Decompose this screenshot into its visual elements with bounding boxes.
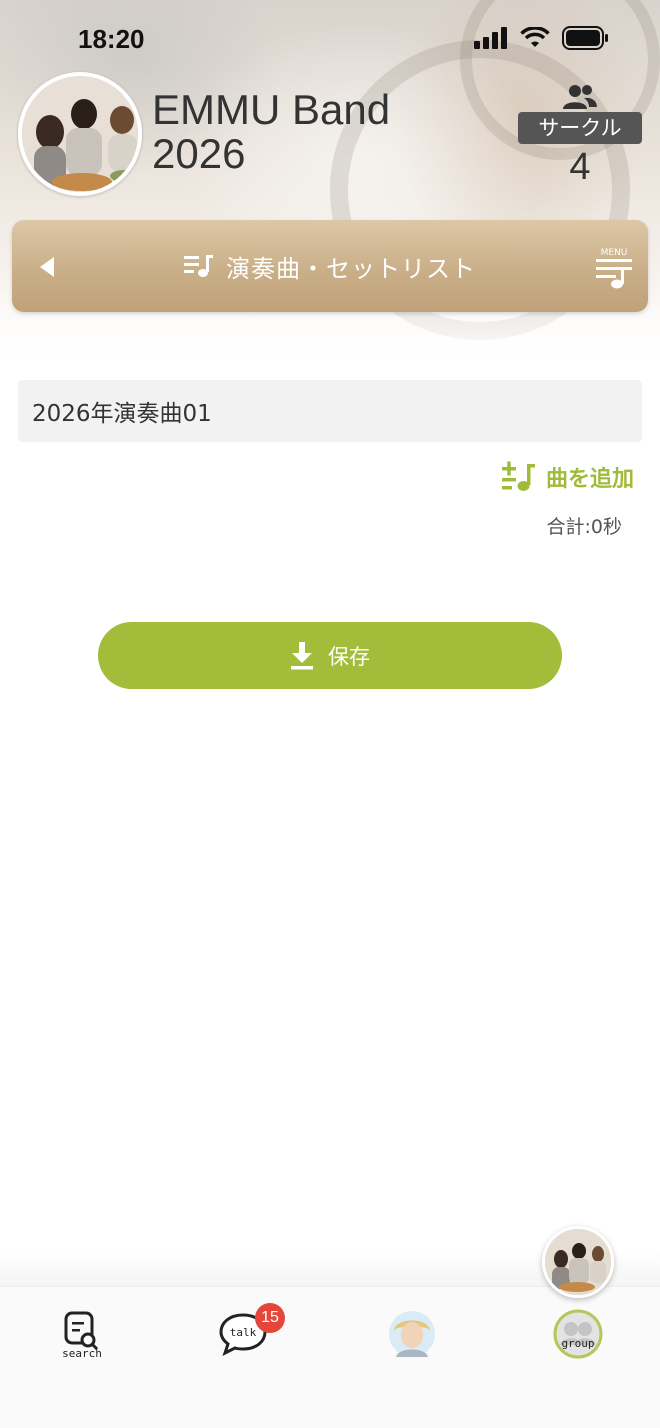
nav-item-search[interactable]: search bbox=[42, 1309, 122, 1379]
floating-group-photo bbox=[545, 1229, 611, 1295]
unread-badge: 15 bbox=[255, 1303, 285, 1333]
group-type-badge: サークル bbox=[518, 112, 642, 144]
section-bar: 演奏曲・セットリスト MENU bbox=[12, 220, 648, 312]
group-title-line1: EMMU Band bbox=[152, 86, 391, 133]
battery-icon bbox=[562, 26, 608, 50]
add-music-icon bbox=[501, 461, 535, 491]
nav-label-search: search bbox=[62, 1347, 102, 1360]
setlist-name-input[interactable] bbox=[18, 380, 642, 442]
profile-avatar bbox=[389, 1311, 435, 1357]
floating-group-avatar[interactable] bbox=[542, 1226, 614, 1298]
talk-icon-label: talk bbox=[230, 1326, 257, 1339]
nav-label-group: group bbox=[561, 1337, 595, 1350]
save-button[interactable]: 保存 bbox=[98, 622, 562, 689]
menu-icon[interactable]: MENU bbox=[594, 246, 634, 290]
section-title-wrap: 演奏曲・セットリスト bbox=[12, 220, 648, 312]
menu-icon-label: MENU bbox=[601, 248, 628, 258]
add-song-button[interactable]: 曲を追加 bbox=[501, 458, 634, 496]
nav-item-profile[interactable] bbox=[372, 1309, 452, 1379]
add-song-label: 曲を追加 bbox=[545, 467, 634, 492]
member-block[interactable]: サークル 4 bbox=[518, 84, 642, 194]
total-duration: 合計:0秒 bbox=[546, 516, 623, 538]
nav-item-talk[interactable]: talk 15 bbox=[203, 1303, 285, 1379]
group-title-line2: 2026 bbox=[152, 130, 246, 177]
screen: 18:20 EMMU Band 2026 サークル 4 演奏曲・セットリスト M… bbox=[0, 0, 660, 1428]
group-icon bbox=[553, 1309, 603, 1359]
members-icon bbox=[563, 85, 597, 109]
wifi-icon bbox=[520, 27, 550, 47]
status-time: 18:20 bbox=[78, 24, 145, 54]
bottom-nav: search talk 15 group bbox=[0, 1286, 660, 1428]
signal-icon bbox=[474, 27, 507, 49]
section-title: 演奏曲・セットリスト bbox=[226, 254, 476, 283]
status-icons bbox=[474, 26, 610, 50]
download-icon bbox=[291, 641, 313, 669]
nav-item-group[interactable]: group bbox=[538, 1309, 618, 1379]
status-bar: 18:20 bbox=[0, 0, 660, 80]
save-label: 保存 bbox=[328, 644, 370, 669]
group-title: EMMU Band 2026 bbox=[152, 88, 492, 176]
group-avatar[interactable] bbox=[18, 72, 142, 196]
playlist-music-icon bbox=[184, 255, 213, 277]
member-count: 4 bbox=[569, 146, 591, 188]
